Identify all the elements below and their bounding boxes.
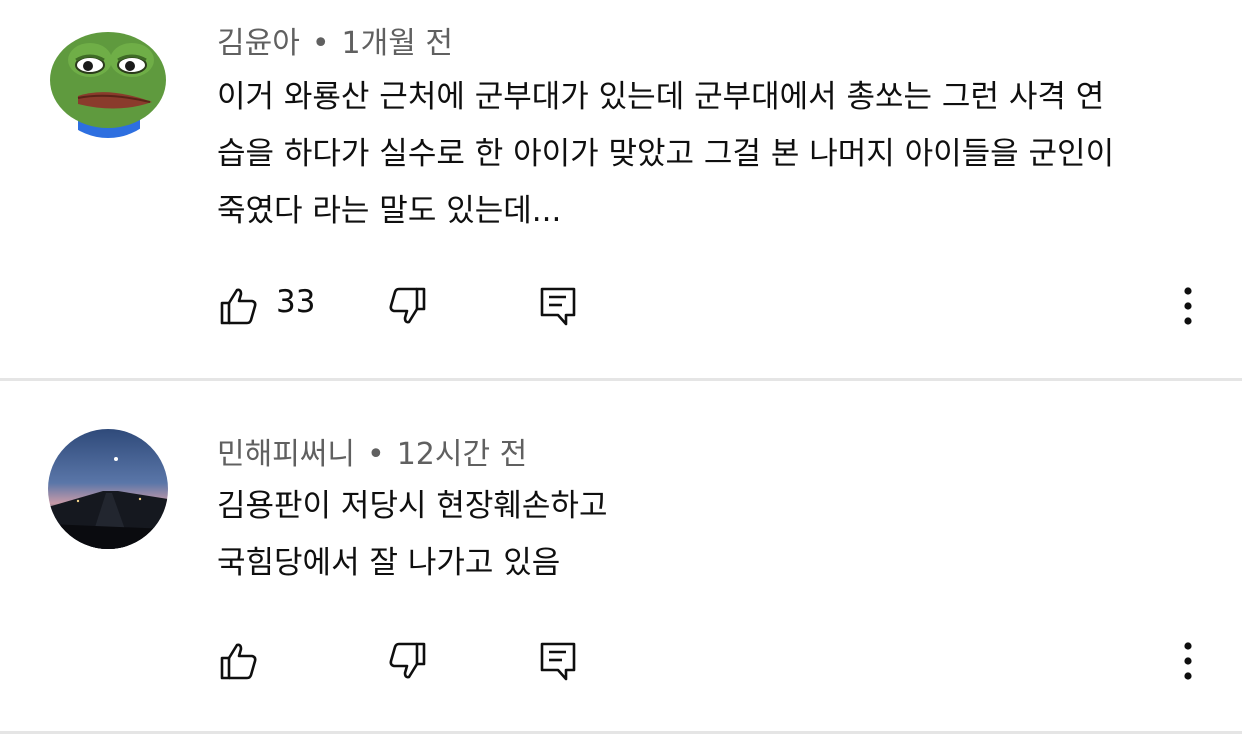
comment-time: 12시간 전 xyxy=(396,437,528,472)
night-road-avatar-icon xyxy=(48,429,168,549)
vertical-dots-icon xyxy=(1184,287,1192,325)
comment-divider xyxy=(0,731,1242,734)
dislike-button[interactable] xyxy=(388,641,428,681)
reply-button[interactable] xyxy=(538,641,578,681)
comment-meta: 민해피써니 • 12시간 전 xyxy=(217,429,527,473)
more-options-button[interactable] xyxy=(1168,641,1208,681)
like-count: 33 xyxy=(276,284,316,320)
comment-actions xyxy=(0,631,1242,691)
reply-comment-icon xyxy=(540,642,576,681)
like-button[interactable] xyxy=(218,286,258,326)
thumbs-down-icon xyxy=(389,287,426,324)
dislike-button[interactable] xyxy=(388,286,428,326)
comment-text: 이거 와룡산 근처에 군부대가 있는데 군부대에서 총쏘는 그런 사격 연 습을… xyxy=(217,69,1197,240)
more-options-button[interactable] xyxy=(1168,286,1208,326)
comment-time: 1개월 전 xyxy=(341,26,453,61)
like-button[interactable] xyxy=(218,641,258,681)
reply-button[interactable] xyxy=(538,286,578,326)
author-name[interactable]: 김윤아 xyxy=(217,26,300,61)
thumbs-up-icon xyxy=(220,643,257,680)
thumbs-down-icon xyxy=(389,642,426,679)
vertical-dots-icon xyxy=(1184,642,1192,680)
reply-comment-icon xyxy=(540,287,576,326)
comment-line: 국힘당에서 잘 나가고 있음 xyxy=(217,545,561,581)
comment-meta: 김윤아 • 1개월 전 xyxy=(217,18,453,62)
avatar[interactable] xyxy=(48,429,168,549)
comment-line: 이거 와룡산 근처에 군부대가 있는데 군부대에서 총쏘는 그런 사격 연 xyxy=(217,79,1105,115)
meta-separator: • xyxy=(311,26,330,61)
comment-item: 김윤아 • 1개월 전 이거 와룡산 근처에 군부대가 있는데 군부대에서 총쏘는 … xyxy=(0,0,1242,378)
avatar[interactable] xyxy=(48,18,168,138)
comment-actions: 33 xyxy=(0,276,1242,336)
thumbs-up-icon xyxy=(220,288,257,325)
author-name[interactable]: 민해피써니 xyxy=(217,437,355,472)
comment-text: 김용판이 저당시 현장훼손하고 국힘당에서 잘 나가고 있음 xyxy=(217,478,1197,592)
comment-item: 민해피써니 • 12시간 전 김용판이 저당시 현장훼손하고 국힘당에서 잘 나가고… xyxy=(0,381,1242,731)
comment-line: 습을 하다가 실수로 한 아이가 맞았고 그걸 본 나머지 아이들을 군인이 xyxy=(217,136,1115,172)
meta-separator: • xyxy=(367,437,385,472)
comment-line: 김용판이 저당시 현장훼손하고 xyxy=(217,488,608,524)
comment-line: 죽였다 라는 말도 있는데... xyxy=(217,193,562,229)
frog-avatar-icon xyxy=(48,18,168,138)
